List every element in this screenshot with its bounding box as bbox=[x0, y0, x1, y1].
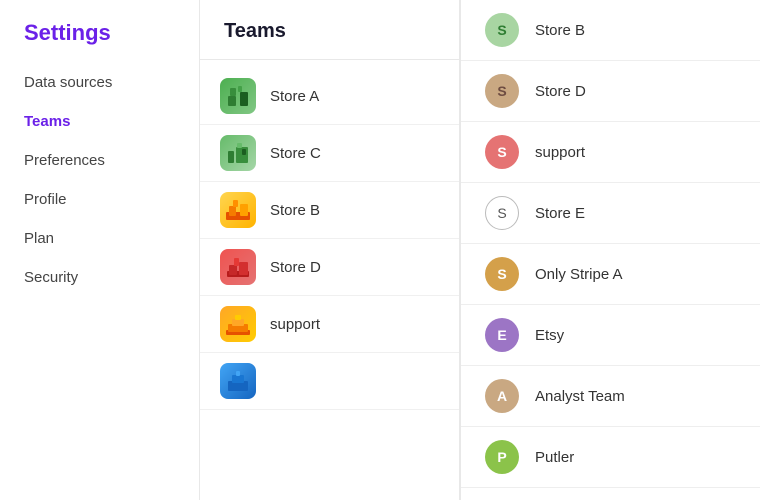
store-c-icon bbox=[220, 135, 256, 171]
store-b-icon bbox=[220, 192, 256, 228]
team-name: support bbox=[270, 316, 320, 333]
avatar: A bbox=[485, 379, 519, 413]
team-name: Store D bbox=[270, 259, 321, 276]
support-icon bbox=[220, 306, 256, 342]
sidebar-item-profile[interactable]: Profile bbox=[24, 191, 175, 208]
sidebar-item-security[interactable]: Security bbox=[24, 269, 175, 286]
store-a-icon bbox=[220, 78, 256, 114]
list-item[interactable]: Store B bbox=[200, 182, 459, 239]
list-item[interactable]: A Analyst Team bbox=[461, 366, 760, 427]
list-item[interactable]: S Only Stripe A bbox=[461, 244, 760, 305]
team-name: Store B bbox=[270, 202, 320, 219]
list-item[interactable]: Store A bbox=[200, 68, 459, 125]
list-item[interactable]: Store C bbox=[200, 125, 459, 182]
team-name: Only Stripe A bbox=[535, 266, 623, 283]
team-name: Store E bbox=[535, 205, 585, 222]
team-name: Store B bbox=[535, 22, 585, 39]
list-item[interactable]: E eBay store bbox=[461, 488, 760, 500]
team-name: Etsy bbox=[535, 327, 564, 344]
list-item[interactable]: S support bbox=[461, 122, 760, 183]
list-item[interactable]: S Store D bbox=[461, 61, 760, 122]
avatar: E bbox=[485, 318, 519, 352]
list-item[interactable]: support bbox=[200, 296, 459, 353]
unknown-icon bbox=[220, 363, 256, 399]
team-name: Store A bbox=[270, 88, 319, 105]
team-list: Store A Store C bbox=[200, 60, 459, 418]
sidebar-item-plan[interactable]: Plan bbox=[24, 230, 175, 247]
avatar: S bbox=[485, 196, 519, 230]
list-item[interactable]: S Store B bbox=[461, 0, 760, 61]
avatar: S bbox=[485, 74, 519, 108]
team-name: Analyst Team bbox=[535, 388, 625, 405]
team-name: support bbox=[535, 144, 585, 161]
store-d-icon bbox=[220, 249, 256, 285]
list-item[interactable]: S Store E bbox=[461, 183, 760, 244]
teams-panel: Teams Store A St bbox=[200, 0, 460, 500]
list-item[interactable]: E Etsy bbox=[461, 305, 760, 366]
list-item[interactable]: Store D bbox=[200, 239, 459, 296]
teams-panel-header: Teams bbox=[200, 0, 459, 60]
app-title: Settings bbox=[24, 20, 175, 46]
right-panel: S Store B S Store D S support S Store E … bbox=[460, 0, 760, 500]
team-name: Putler bbox=[535, 449, 574, 466]
sidebar-item-preferences[interactable]: Preferences bbox=[24, 152, 175, 169]
list-item[interactable] bbox=[200, 353, 459, 410]
avatar: S bbox=[485, 257, 519, 291]
avatar: P bbox=[485, 440, 519, 474]
avatar: S bbox=[485, 135, 519, 169]
avatar: S bbox=[485, 13, 519, 47]
team-name: Store C bbox=[270, 145, 321, 162]
list-item[interactable]: P Putler bbox=[461, 427, 760, 488]
sidebar: Settings Data sources Teams Preferences … bbox=[0, 0, 200, 500]
sidebar-item-data-sources[interactable]: Data sources bbox=[24, 74, 175, 91]
sidebar-item-teams[interactable]: Teams bbox=[24, 113, 175, 130]
team-name: Store D bbox=[535, 83, 586, 100]
